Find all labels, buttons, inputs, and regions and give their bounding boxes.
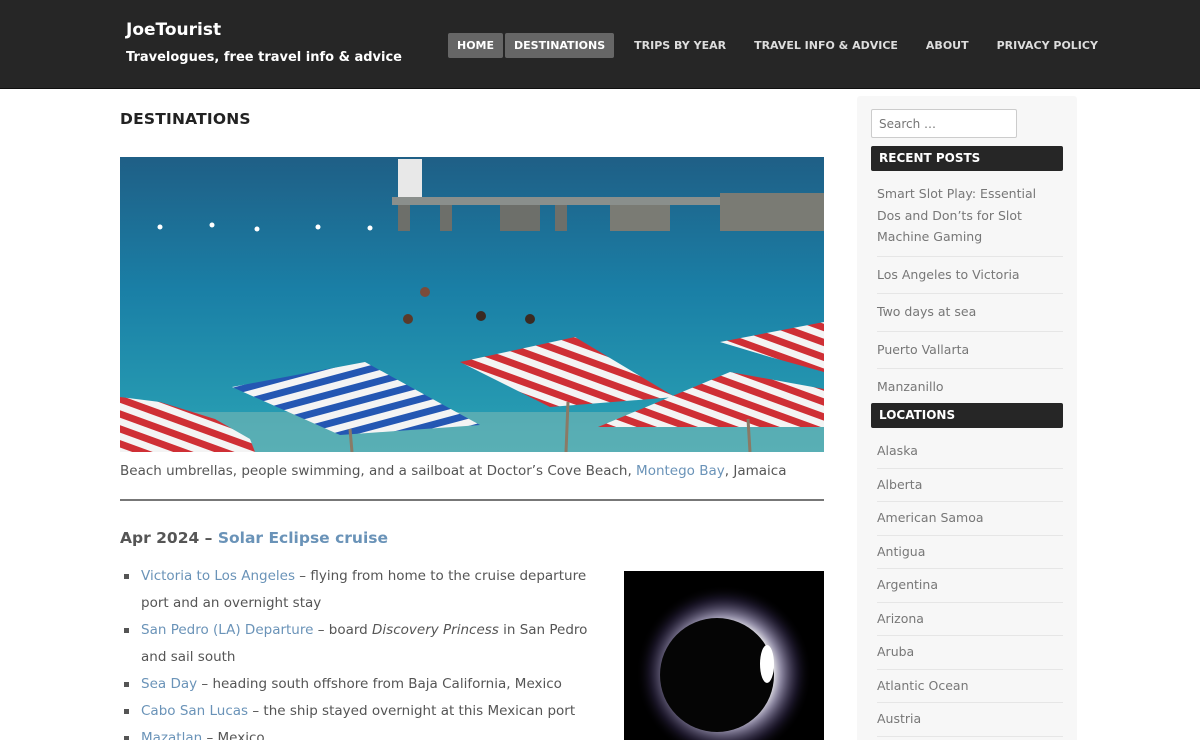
trip-desc: – the ship stayed overnight at this Mexi… [248, 703, 576, 719]
recent-posts-list: Smart Slot Play: Essential Dos and Don’t… [877, 176, 1063, 407]
trip-desc: – Mexico [202, 730, 265, 740]
trip-list: Victoria to Los Angeles – flying from ho… [121, 563, 606, 740]
caption-text: Beach umbrellas, people swimming, and a … [120, 463, 637, 479]
search-input[interactable] [871, 109, 1017, 138]
location-link[interactable]: Alaska [877, 435, 1063, 469]
list-item: Cabo San Lucas – the ship stayed overnig… [121, 698, 606, 725]
location-link[interactable]: Aruba [877, 636, 1063, 670]
trip-desc: – board [313, 622, 373, 638]
victoria-to-los-angeles-link[interactable]: Victoria to Los Angeles [141, 568, 295, 584]
list-item: Sea Day – heading south offshore from Ba… [121, 671, 606, 698]
solar-eclipse-cruise-link[interactable]: Solar Eclipse cruise [218, 529, 388, 547]
location-link[interactable]: Argentina [877, 569, 1063, 603]
nav-travel-info[interactable]: TRAVEL INFO & ADVICE [745, 33, 907, 58]
main-nav: HOME DESTINATIONS TRIPS BY YEAR TRAVEL I… [448, 33, 1117, 58]
site-header: JoeTourist Travelogues, free travel info… [0, 0, 1200, 89]
caption-text-end: , Jamaica [724, 463, 787, 479]
list-item: Mazatlan – Mexico [121, 725, 606, 740]
recent-post-link[interactable]: Puerto Vallarta [877, 332, 1063, 369]
cabo-san-lucas-link[interactable]: Cabo San Lucas [141, 703, 248, 719]
site-description: Travelogues, free travel info & advice [126, 50, 402, 65]
locations-title: LOCATIONS [871, 403, 1063, 428]
hero-caption: Beach umbrellas, people swimming, and a … [120, 463, 786, 479]
recent-post-link[interactable]: Los Angeles to Victoria [877, 257, 1063, 294]
recent-post-link[interactable]: Two days at sea [877, 294, 1063, 332]
nav-destinations[interactable]: DESTINATIONS [505, 33, 615, 58]
nav-about[interactable]: ABOUT [917, 33, 978, 58]
location-link[interactable]: Antigua [877, 536, 1063, 569]
nav-home[interactable]: HOME [448, 33, 504, 58]
section-divider [120, 499, 824, 501]
montego-bay-link[interactable]: Montego Bay [636, 463, 725, 479]
location-link[interactable]: Atlantic Ocean [877, 670, 1063, 703]
mazatlan-link[interactable]: Mazatlan [141, 730, 202, 740]
post-heading: Apr 2024 – Solar Eclipse cruise [120, 529, 388, 547]
list-item: Victoria to Los Angeles – flying from ho… [121, 563, 606, 617]
location-link[interactable]: Alberta [877, 469, 1063, 502]
location-link[interactable]: Austria [877, 703, 1063, 737]
site-title[interactable]: JoeTourist [126, 20, 221, 40]
location-link[interactable]: American Samoa [877, 502, 1063, 536]
eclipse-image [624, 571, 824, 740]
hero-beach-image [120, 157, 824, 452]
location-link[interactable]: Arizona [877, 603, 1063, 636]
nav-trips-by-year[interactable]: TRIPS BY YEAR [625, 33, 735, 58]
recent-posts-title: RECENT POSTS [871, 146, 1063, 171]
san-pedro-departure-link[interactable]: San Pedro (LA) Departure [141, 622, 313, 638]
nav-privacy-policy[interactable]: PRIVACY POLICY [988, 33, 1107, 58]
eclipse-photo [624, 571, 824, 740]
locations-list: Alaska Alberta American Samoa Antigua Ar… [877, 435, 1063, 737]
recent-post-link[interactable]: Smart Slot Play: Essential Dos and Don’t… [877, 176, 1063, 257]
post-date: Apr 2024 – [120, 529, 218, 547]
trip-desc: – heading south offshore from Baja Calif… [197, 676, 562, 692]
list-item: San Pedro (LA) Departure – board Discove… [121, 617, 606, 671]
recent-post-link[interactable]: Manzanillo [877, 369, 1063, 407]
sea-day-link[interactable]: Sea Day [141, 676, 197, 692]
page-title: DESTINATIONS [120, 110, 251, 128]
beach-photo [120, 157, 824, 452]
ship-name: Discovery Princess [372, 622, 499, 638]
